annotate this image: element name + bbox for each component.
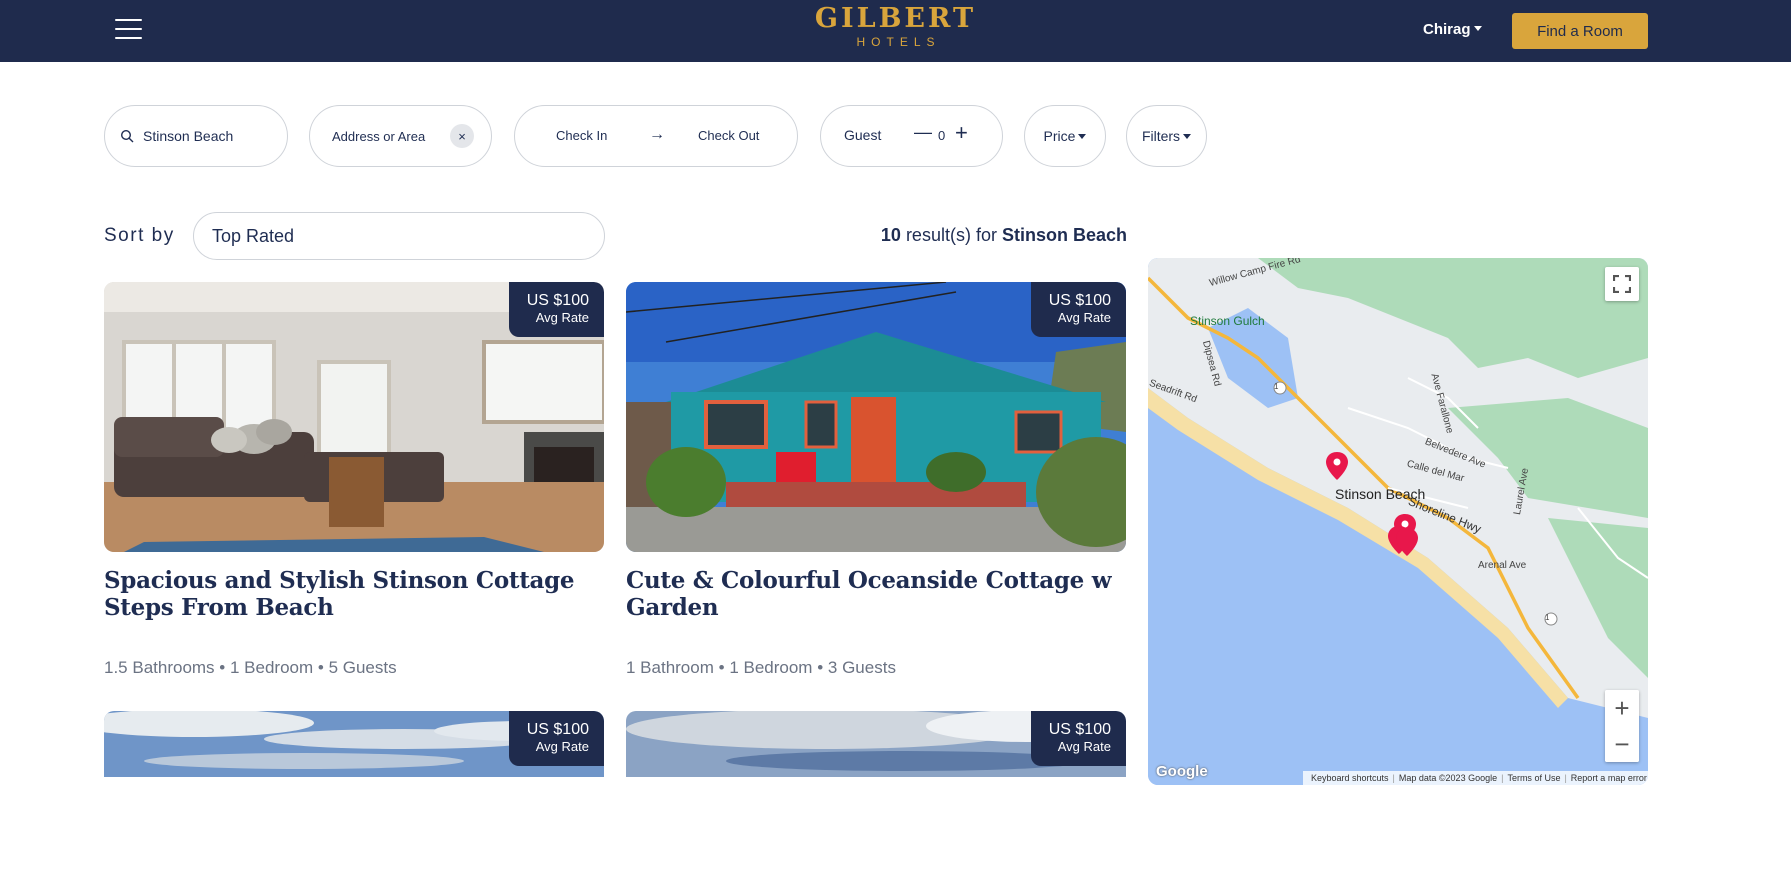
guests: 5 Guests (328, 658, 397, 677)
date-range-picker: Check In → Check Out (514, 105, 798, 167)
results-text: result(s) for (905, 225, 997, 245)
address-input[interactable]: Address or Area × (309, 105, 492, 167)
check-out-field[interactable]: Check Out (698, 128, 759, 143)
user-name: Chirag (1423, 21, 1471, 38)
listing-photo[interactable]: US $100 Avg Rate (626, 711, 1126, 777)
listing-card[interactable]: US $100 Avg Rate (104, 711, 604, 777)
report-map-error-link[interactable]: Report a map error (1571, 773, 1647, 783)
user-menu-dropdown[interactable]: Chirag (1423, 21, 1482, 38)
guest-label: Guest (844, 127, 882, 143)
listing-details: 1 Bathroom • 1 Bedroom • 3 Guests (626, 658, 896, 678)
clear-address-button[interactable]: × (450, 124, 474, 148)
listing-photo[interactable]: US $100 Avg Rate (626, 282, 1126, 552)
listing-photo[interactable]: US $100 Avg Rate (104, 711, 604, 777)
zoom-out-button[interactable]: − (1605, 726, 1639, 762)
bedrooms: 1 Bedroom (229, 658, 314, 677)
location-search-input[interactable]: Stinson Beach (104, 105, 288, 167)
sort-by-label: Sort by (104, 225, 175, 246)
price-amount: US $100 (526, 721, 589, 738)
check-in-field[interactable]: Check In (556, 128, 607, 143)
meta-separator: • (718, 658, 725, 677)
results-summary: 10 result(s) for Stinson Beach (700, 225, 1127, 246)
caret-down-icon (1183, 133, 1192, 139)
price-badge: US $100 Avg Rate (509, 711, 604, 766)
search-icon (120, 129, 134, 143)
listing-card[interactable]: US $100 Avg Rate Cute & Colourful Oceans… (626, 282, 1126, 677)
filters-label: Filters (1141, 128, 1181, 144)
search-value: Stinson Beach (143, 128, 234, 144)
price-rate-label: Avg Rate (535, 739, 589, 754)
guest-decrement-button[interactable]: — (914, 122, 932, 143)
zoom-in-button[interactable]: + (1605, 690, 1639, 726)
map-label-park: Stinson Gulch (1190, 314, 1265, 328)
listing-title[interactable]: Cute & Colourful Oceanside Cottage w Gar… (626, 567, 1126, 621)
meta-separator: • (219, 658, 226, 677)
bathrooms: 1.5 Bathrooms (104, 658, 215, 677)
terms-of-use-link[interactable]: Terms of Use (1507, 773, 1560, 783)
price-badge: US $100 Avg Rate (1031, 711, 1126, 766)
listing-card[interactable]: US $100 Avg Rate (626, 711, 1126, 777)
results-query: Stinson Beach (1001, 225, 1127, 245)
results-count: 10 (880, 225, 901, 245)
fullscreen-icon (1613, 275, 1631, 293)
price-badge: US $100 Avg Rate (1031, 282, 1126, 337)
meta-separator: • (817, 658, 824, 677)
filters-dropdown[interactable]: Filters (1126, 105, 1207, 167)
price-amount: US $100 (1048, 292, 1111, 309)
map-label-road: Arenal Ave (1478, 560, 1527, 571)
fullscreen-button[interactable] (1605, 267, 1639, 301)
price-amount: US $100 (1048, 721, 1111, 738)
map-canvas[interactable] (1148, 258, 1648, 785)
sort-selected-value: Top Rated (212, 225, 295, 246)
listing-photo[interactable]: US $100 Avg Rate (104, 282, 604, 552)
price-amount: US $100 (526, 292, 589, 309)
price-badge: US $100 Avg Rate (509, 282, 604, 337)
route-shield: 1 (1274, 382, 1279, 391)
arrow-right-icon: → (649, 126, 665, 143)
guest-count: 0 (938, 128, 946, 143)
meta-separator: • (317, 658, 324, 677)
route-shield: 1 (1545, 613, 1550, 622)
listing-card[interactable]: US $100 Avg Rate Spacious and Stylish St… (104, 282, 604, 677)
price-label: Price (1043, 128, 1076, 144)
price-rate-label: Avg Rate (1057, 739, 1111, 754)
google-logo[interactable]: Google (1156, 763, 1208, 780)
caret-down-icon (1473, 26, 1482, 31)
guest-increment-button[interactable]: + (955, 120, 968, 146)
keyboard-shortcuts-link[interactable]: Keyboard shortcuts (1311, 773, 1389, 783)
caret-down-icon (1078, 133, 1087, 139)
listing-details: 1.5 Bathrooms • 1 Bedroom • 5 Guests (104, 658, 397, 678)
address-placeholder: Address or Area (332, 128, 426, 144)
map-data-text: Map data ©2023 Google (1398, 773, 1498, 783)
bedrooms: 1 Bedroom (729, 658, 813, 677)
sort-select[interactable]: Top Rated (193, 212, 605, 260)
guest-counter: Guest — 0 + (820, 105, 1003, 167)
find-a-room-button[interactable]: Find a Room (1512, 13, 1648, 49)
map-attribution: Keyboard shortcuts | Map data ©2023 Googl… (1303, 771, 1648, 785)
bathrooms: 1 Bathroom (626, 658, 714, 677)
listing-title[interactable]: Spacious and Stylish Stinson Cottage Ste… (104, 567, 604, 621)
results-map[interactable]: Stinson Gulch Stinson Beach Shoreline Hw… (1148, 258, 1648, 785)
price-rate-label: Avg Rate (1057, 310, 1111, 325)
guests: 3 Guests (827, 658, 896, 677)
price-dropdown[interactable]: Price (1024, 105, 1106, 167)
top-navbar: GILBERT HOTELS Chirag Find a Room (0, 0, 1791, 62)
price-rate-label: Avg Rate (535, 310, 589, 325)
